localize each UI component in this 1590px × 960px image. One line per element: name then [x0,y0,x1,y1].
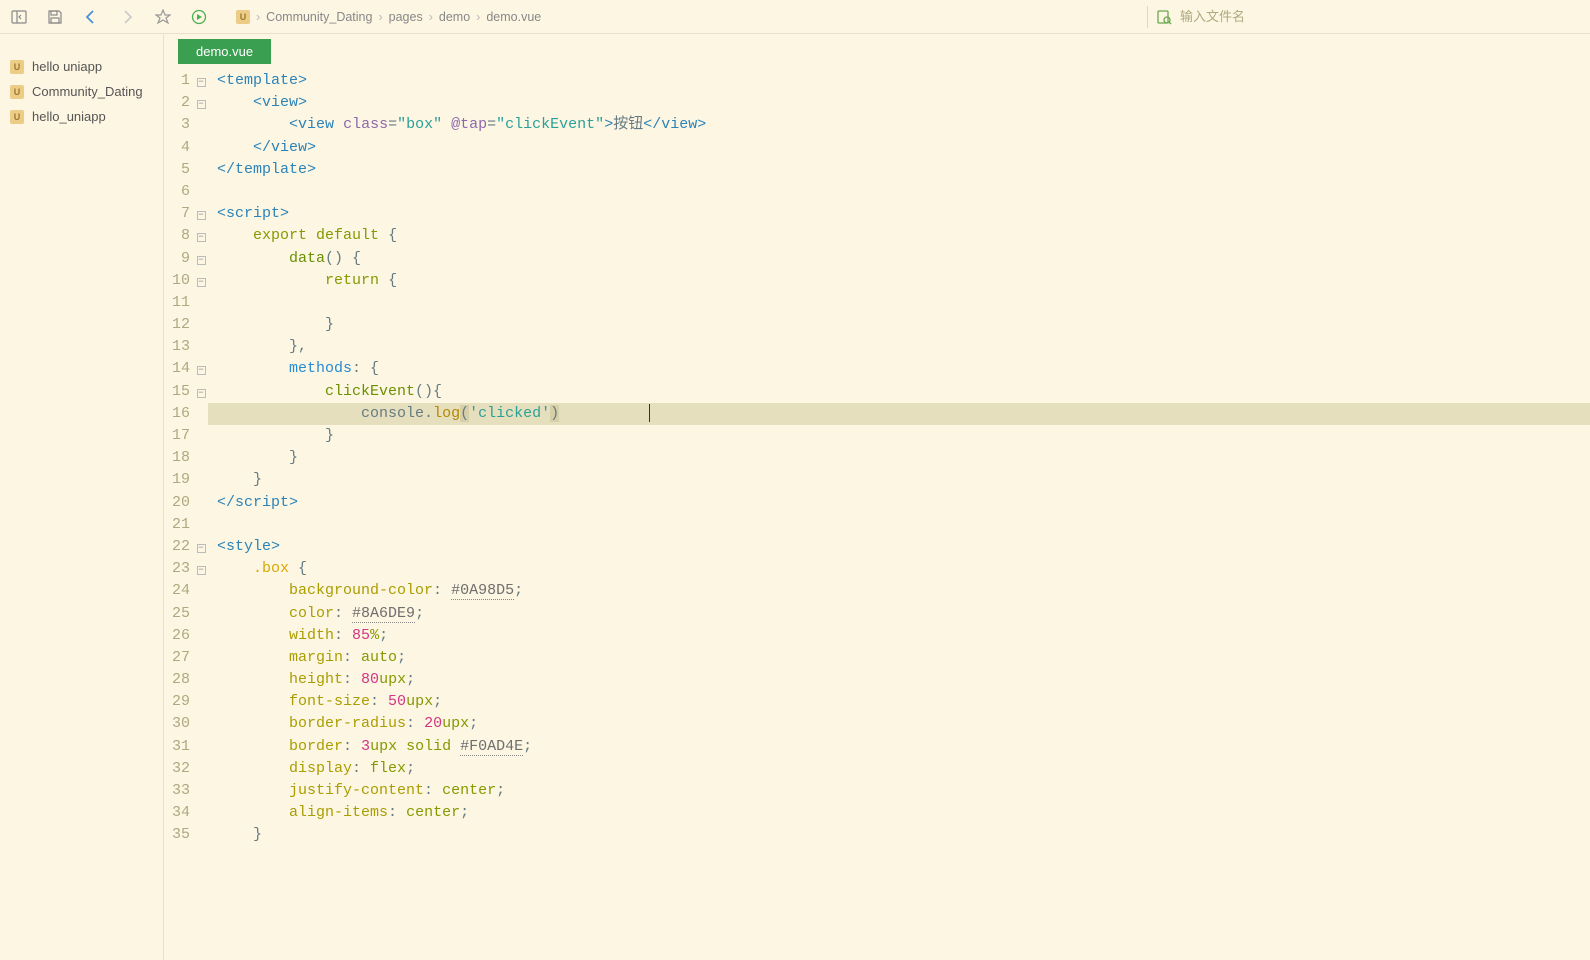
fold-gutter: −−−−−−−−−− [194,70,208,960]
sidebar-item[interactable]: U Community_Dating [0,79,163,104]
project-icon: U [236,10,250,24]
breadcrumb-item[interactable]: pages [389,10,423,24]
sidebar-item[interactable]: Uhello uniapp [0,54,163,79]
line-gutter: 1234567891011121314151617181920212223242… [164,70,194,960]
breadcrumb-separator: › [476,10,480,24]
breadcrumb-separator: › [378,10,382,24]
forward-icon[interactable] [118,8,136,26]
sidebar-item[interactable]: Uhello_uniapp [0,104,163,129]
tab-active[interactable]: demo.vue [178,39,271,64]
breadcrumb-item[interactable]: Community_Dating [266,10,372,24]
sidebar-item-label: hello uniapp [32,59,102,74]
text-cursor [649,404,650,422]
back-icon[interactable] [82,8,100,26]
search-area [1147,6,1580,28]
code-editor[interactable]: 1234567891011121314151617181920212223242… [164,64,1590,960]
search-icon[interactable] [1156,9,1172,25]
breadcrumb: U › Community_Dating › pages › demo › de… [236,10,541,24]
save-icon[interactable] [46,8,64,26]
star-icon[interactable] [154,8,172,26]
divider [1147,6,1148,28]
breadcrumb-separator: › [256,10,260,24]
breadcrumb-item[interactable]: demo.vue [486,10,541,24]
sidebar-item-label: hello_uniapp [32,109,106,124]
run-icon[interactable] [190,8,208,26]
toolbar: U › Community_Dating › pages › demo › de… [0,0,1590,34]
sidebar-item-label: Community_Dating [32,84,143,99]
search-input[interactable] [1180,9,1580,24]
breadcrumb-item[interactable]: demo [439,10,470,24]
main: Uhello uniapp U Community_Dating Uhello_u… [0,34,1590,960]
panel-toggle-icon[interactable] [10,8,28,26]
project-icon: U [10,110,24,124]
tabs: demo.vue [164,34,1590,64]
breadcrumb-separator: › [429,10,433,24]
editor-area: demo.vue 1234567891011121314151617181920… [164,34,1590,960]
sidebar: Uhello uniapp U Community_Dating Uhello_u… [0,34,164,960]
project-icon: U [10,85,24,99]
project-icon: U [10,60,24,74]
code-lines[interactable]: <template> <view> <view class="box" @tap… [208,70,1590,960]
